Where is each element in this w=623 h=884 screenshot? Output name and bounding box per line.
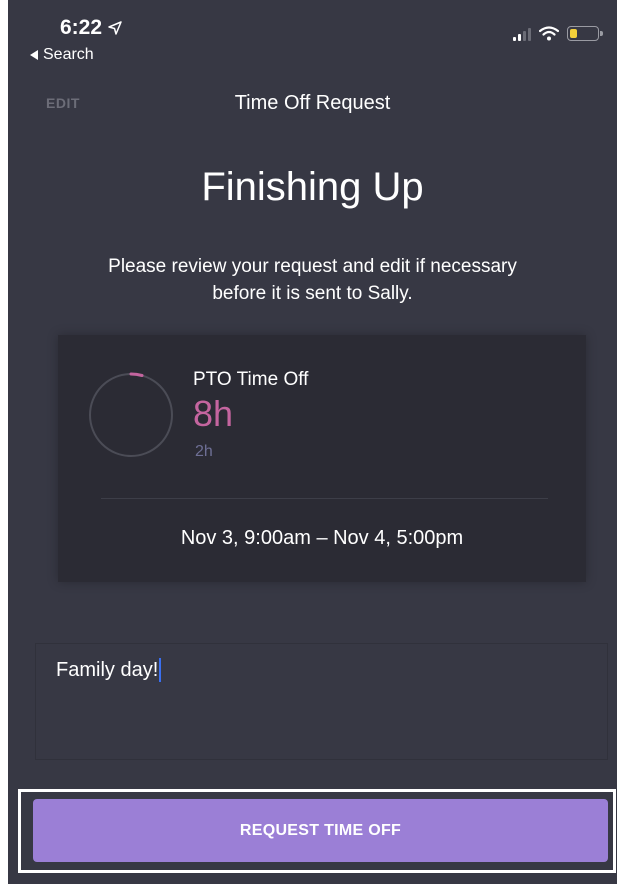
cellular-signal-icon [513, 27, 531, 41]
card-divider [101, 498, 548, 499]
hours-requested: 8h [193, 393, 234, 434]
note-field[interactable]: Family day! [35, 643, 608, 760]
note-text-wrap: Family day! [56, 658, 162, 682]
wifi-icon [539, 26, 559, 41]
date-range: Nov 3, 9:00am – Nov 4, 5:00pm [180, 527, 464, 549]
note-text: Family day! [56, 658, 159, 681]
request-summary-card: PTO Time Off 8h 2h Nov 3, 9:00am – Nov 4… [58, 335, 586, 582]
battery-icon [567, 26, 603, 41]
back-triangle-icon [30, 50, 38, 60]
status-time-text: 6:22 [60, 16, 103, 39]
status-indicators [513, 26, 603, 41]
back-search-label: Search [43, 46, 94, 63]
battery-level [570, 29, 577, 38]
nav-title: Time Off Request [234, 92, 391, 114]
page-subtitle: Please review your request and edit if n… [108, 256, 517, 304]
hours-progress-ring [89, 372, 173, 457]
app-screen: 6:22 Search EDIT Time Off Request Finish… [8, 0, 617, 884]
back-to-search[interactable]: Search [30, 46, 94, 64]
leave-type-label: PTO Time Off [193, 369, 309, 390]
text-cursor [159, 658, 162, 682]
location-arrow-icon [108, 21, 122, 35]
status-time: 6:22 [60, 16, 122, 40]
page-title: Finishing Up [201, 165, 424, 209]
request-time-off-button[interactable]: REQUEST TIME OFF [33, 799, 608, 862]
hours-secondary: 2h [195, 443, 213, 460]
